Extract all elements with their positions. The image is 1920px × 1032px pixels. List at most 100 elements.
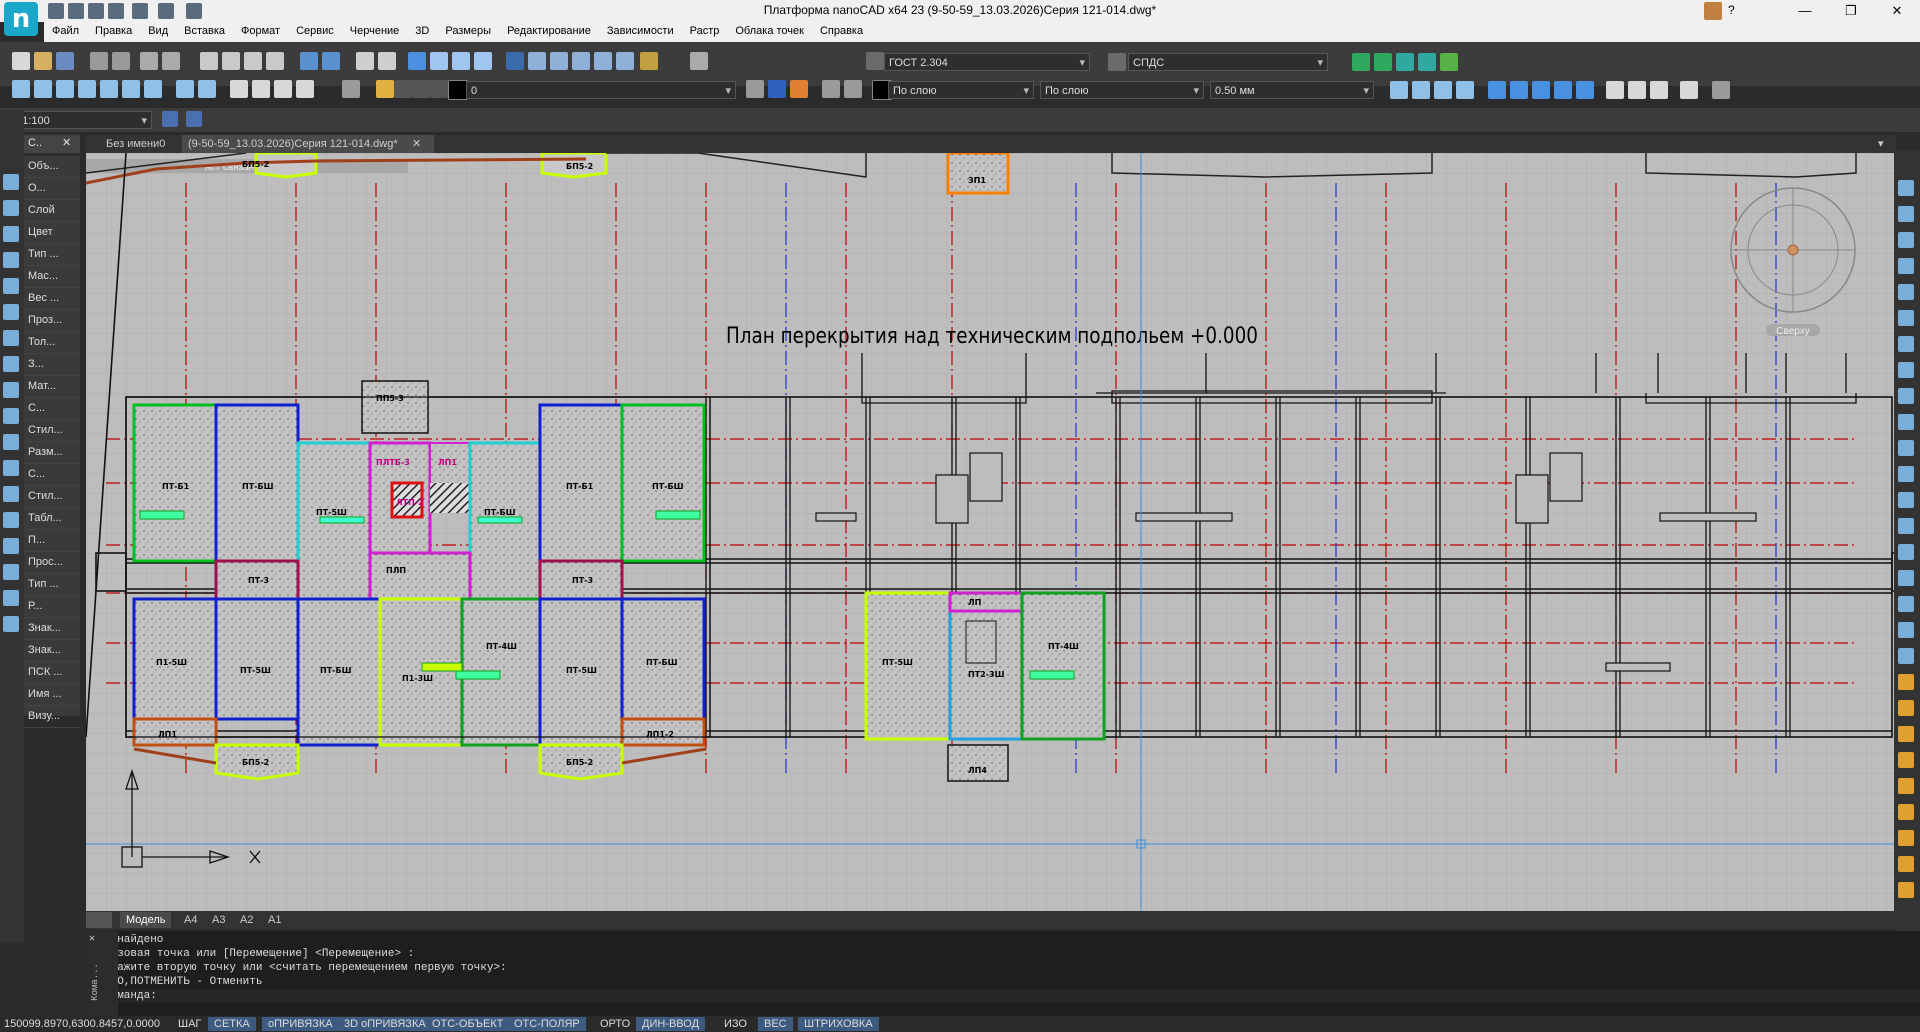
property-row[interactable]: Мас...	[24, 266, 80, 288]
layer-manager-icon[interactable]	[342, 80, 360, 98]
modify-tool-icon[interactable]	[1898, 180, 1914, 196]
menu-file[interactable]: Файл	[44, 22, 87, 37]
plot-icon[interactable]	[162, 52, 180, 70]
tabs-menu-icon[interactable]: ▾	[1872, 135, 1890, 153]
properties-tab[interactable]: С..	[28, 137, 42, 149]
save-icon[interactable]	[88, 3, 104, 19]
edit-icon-12[interactable]	[1650, 81, 1668, 99]
status-toggle[interactable]: 3D оПРИВЯЗКА	[338, 1017, 432, 1031]
new-icon[interactable]	[12, 52, 30, 70]
modify-tool-icon[interactable]	[1898, 726, 1914, 742]
property-row[interactable]: Разм...	[24, 442, 80, 464]
properties-icon[interactable]	[506, 52, 524, 70]
snap-icon-6[interactable]	[122, 80, 140, 98]
modify-tool-icon[interactable]	[1898, 674, 1914, 690]
paste-icon[interactable]	[244, 52, 262, 70]
edit-icon-7[interactable]	[1532, 81, 1550, 99]
hatch-tool-icon[interactable]	[3, 486, 19, 502]
undo-icon[interactable]	[132, 3, 148, 19]
tab-untitled[interactable]: Без имени0	[100, 135, 192, 153]
edit-icon-14[interactable]	[1712, 81, 1730, 99]
redo-icon[interactable]	[158, 3, 174, 19]
property-row[interactable]: ПСК ...	[24, 662, 80, 684]
modify-tool-icon[interactable]	[1898, 414, 1914, 430]
tab-a2[interactable]: A2	[234, 912, 259, 928]
property-row[interactable]: О...	[24, 178, 80, 200]
property-row[interactable]: З...	[24, 354, 80, 376]
arc-tool-icon[interactable]	[3, 226, 19, 242]
draw-icon-2[interactable]	[198, 80, 216, 98]
status-toggle[interactable]: ДИН-ВВОД	[636, 1017, 706, 1031]
property-row[interactable]: Имя ...	[24, 684, 80, 706]
spline-tool-icon[interactable]	[3, 382, 19, 398]
snap-icon-3[interactable]	[56, 80, 74, 98]
edit-icon-8[interactable]	[1554, 81, 1572, 99]
modify-tool-icon[interactable]	[1898, 492, 1914, 508]
property-row[interactable]: Объ...	[24, 156, 80, 178]
match-properties-icon[interactable]	[266, 52, 284, 70]
modify-tool-icon[interactable]	[1898, 336, 1914, 352]
linetype-select[interactable]: По слою	[1040, 81, 1204, 100]
scale-select[interactable]: m1:100	[8, 111, 152, 130]
layout-menu-icon[interactable]	[86, 912, 112, 928]
curve-tool-icon[interactable]	[3, 304, 19, 320]
menu-dimensions[interactable]: Размеры	[437, 22, 499, 37]
calculator-icon[interactable]	[616, 52, 634, 70]
snap-icon-2[interactable]	[34, 80, 52, 98]
edit-icon-5[interactable]	[1488, 81, 1506, 99]
status-toggle[interactable]: ОТС-ПОЛЯР	[508, 1017, 586, 1031]
modify-tool-icon[interactable]	[1898, 518, 1914, 534]
layer-select[interactable]: 0	[466, 81, 736, 100]
property-row[interactable]: Тип ...	[24, 244, 80, 266]
layer-on-icon[interactable]	[376, 80, 394, 98]
modify-tool-icon[interactable]	[1898, 388, 1914, 404]
modify-tool-icon[interactable]	[1898, 778, 1914, 794]
cloud-tool-icon[interactable]	[3, 356, 19, 372]
preview-icon[interactable]	[112, 52, 130, 70]
menu-insert[interactable]: Вставка	[176, 22, 233, 37]
property-row[interactable]: Мат...	[24, 376, 80, 398]
edit-icon-2[interactable]	[1412, 81, 1430, 99]
zoom-extents-icon[interactable]	[430, 52, 448, 70]
menu-edit[interactable]: Правка	[87, 22, 140, 37]
status-toggle[interactable]: СЕТКА	[208, 1017, 256, 1031]
text-style-icon[interactable]	[866, 52, 884, 70]
line-tool-icon[interactable]	[3, 174, 19, 190]
edit-icon-10[interactable]	[1606, 81, 1624, 99]
help-button[interactable]: ?	[1728, 3, 1735, 17]
property-row[interactable]: Визу...	[24, 706, 80, 728]
zoom-realtime-icon[interactable]	[378, 52, 396, 70]
spds-icon-4[interactable]	[1418, 53, 1436, 71]
drawing-canvas[interactable]: — нет связанных видов — План перекрытия …	[85, 151, 1917, 911]
property-row[interactable]: Тол...	[24, 332, 80, 354]
snap-icon-5[interactable]	[100, 80, 118, 98]
menu-modify[interactable]: Редактирование	[499, 22, 599, 37]
modify-tool-icon[interactable]	[1898, 830, 1914, 846]
tab-a3[interactable]: A3	[206, 912, 231, 928]
layer-state-icon[interactable]	[790, 80, 808, 98]
modify-tool-icon[interactable]	[1898, 570, 1914, 586]
property-row[interactable]: С...	[24, 398, 80, 420]
modify-tool-icon[interactable]	[1898, 544, 1914, 560]
command-prompt[interactable]: Команда:	[86, 989, 1920, 1003]
property-row[interactable]: Тип ...	[24, 574, 80, 596]
modify-tool-icon[interactable]	[1898, 700, 1914, 716]
draw-icon-1[interactable]	[176, 80, 194, 98]
property-row[interactable]: Р...	[24, 596, 80, 618]
modify-tool-icon[interactable]	[1898, 596, 1914, 612]
tab-model[interactable]: Модель	[120, 912, 172, 928]
cut-icon[interactable]	[200, 52, 218, 70]
print-icon[interactable]	[90, 52, 108, 70]
menu-service[interactable]: Сервис	[288, 22, 342, 37]
property-row[interactable]: П...	[24, 530, 80, 552]
modify-tool-icon[interactable]	[1898, 258, 1914, 274]
modify-tool-icon[interactable]	[1898, 752, 1914, 768]
drawing-svg[interactable]: — нет связанных видов — План перекрытия …	[85, 151, 1917, 911]
property-row[interactable]: Прос...	[24, 552, 80, 574]
modify-tool-icon[interactable]	[1898, 648, 1914, 664]
spds-icon-1[interactable]	[1352, 53, 1370, 71]
copy-icon[interactable]	[222, 52, 240, 70]
snap-icon-1[interactable]	[12, 80, 30, 98]
property-row[interactable]: Знак...	[24, 618, 80, 640]
open-file-icon[interactable]	[68, 3, 84, 19]
